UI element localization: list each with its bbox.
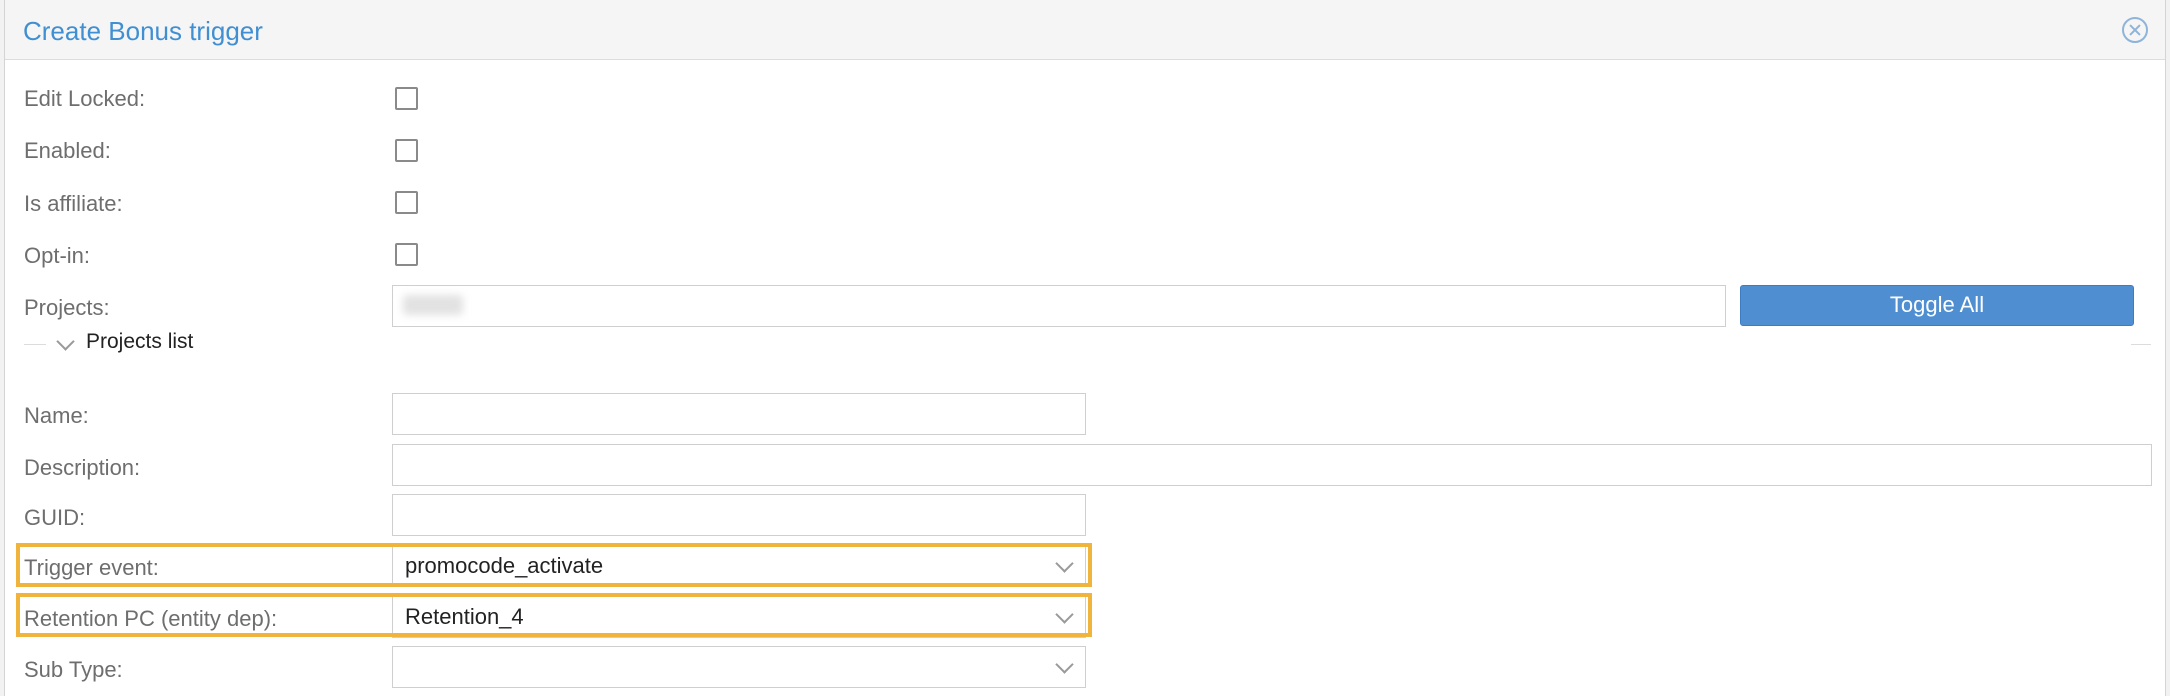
chevron-down-icon[interactable] bbox=[55, 333, 75, 353]
retention-pc-value: Retention_4 bbox=[405, 604, 524, 629]
retention-pc-select[interactable]: Retention_4 bbox=[392, 596, 1086, 638]
dialog-title: Create Bonus trigger bbox=[23, 16, 263, 46]
description-label: Description: bbox=[24, 455, 141, 480]
chevron-down-icon bbox=[1055, 554, 1074, 573]
chevron-down-icon bbox=[1055, 655, 1074, 674]
edit-locked-label: Edit Locked: bbox=[24, 86, 146, 111]
fieldset-divider-right bbox=[2131, 344, 2151, 345]
name-input[interactable] bbox=[392, 393, 1086, 435]
trigger-event-label: Trigger event: bbox=[24, 555, 159, 580]
close-icon[interactable] bbox=[2122, 17, 2148, 43]
toggle-all-button[interactable]: Toggle All bbox=[1740, 285, 2134, 326]
projects-list-title[interactable]: Projects list bbox=[86, 330, 193, 354]
opt-in-checkbox[interactable] bbox=[395, 243, 418, 266]
projects-label: Projects: bbox=[24, 295, 110, 320]
sub-type-select[interactable] bbox=[392, 646, 1086, 688]
retention-pc-label: Retention PC (entity dep): bbox=[24, 606, 278, 631]
name-label: Name: bbox=[24, 403, 89, 428]
create-bonus-trigger-dialog: Create Bonus trigger Edit Locked: Enable… bbox=[4, 0, 2166, 696]
enabled-label: Enabled: bbox=[24, 138, 111, 163]
dialog-header: Create Bonus trigger bbox=[5, 0, 2165, 60]
is-affiliate-label: Is affiliate: bbox=[24, 191, 123, 216]
trigger-event-select[interactable]: promocode_activate bbox=[392, 545, 1086, 587]
is-affiliate-checkbox[interactable] bbox=[395, 191, 418, 214]
trigger-event-value: promocode_activate bbox=[405, 553, 604, 578]
opt-in-label: Opt-in: bbox=[24, 243, 91, 268]
fieldset-divider-left bbox=[24, 344, 46, 345]
projects-field[interactable] bbox=[392, 285, 1726, 327]
edit-locked-checkbox[interactable] bbox=[395, 87, 418, 110]
enabled-checkbox[interactable] bbox=[395, 139, 418, 162]
guid-label: GUID: bbox=[24, 505, 86, 530]
sub-type-label: Sub Type: bbox=[24, 657, 123, 682]
project-tag-redacted bbox=[403, 295, 463, 315]
guid-input[interactable] bbox=[392, 494, 1086, 536]
chevron-down-icon bbox=[1055, 605, 1074, 624]
description-input[interactable] bbox=[392, 444, 2152, 486]
